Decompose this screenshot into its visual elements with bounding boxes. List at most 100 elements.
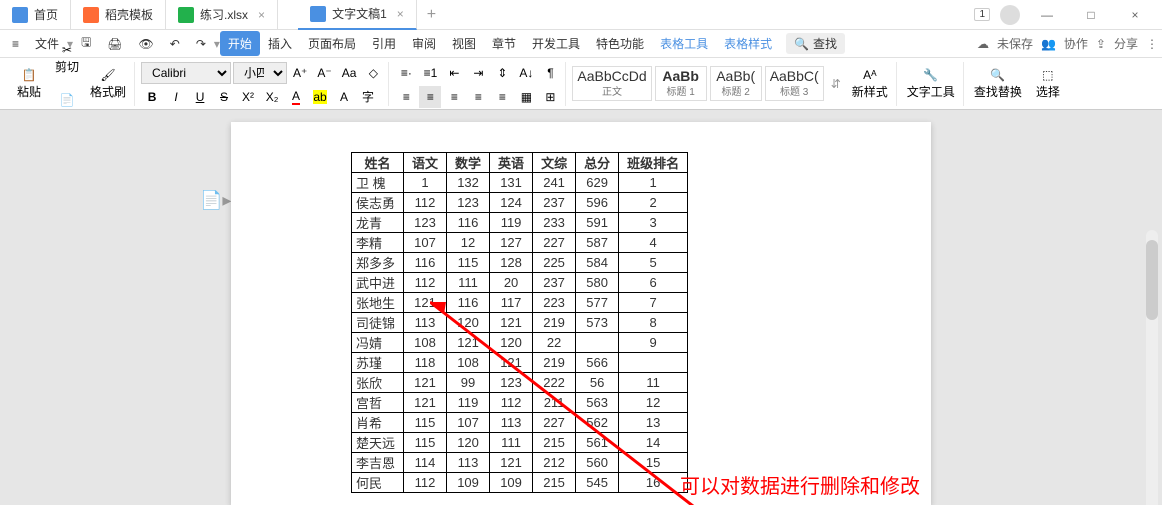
numbering-button[interactable]: ≡1 — [419, 62, 441, 84]
table-cell[interactable]: 李精 — [352, 233, 404, 253]
italic-button[interactable]: I — [165, 86, 187, 108]
table-cell[interactable]: 116 — [404, 253, 447, 273]
table-cell[interactable]: 5 — [619, 253, 688, 273]
strike-button[interactable]: S — [213, 86, 235, 108]
table-cell[interactable]: 566 — [576, 353, 619, 373]
toolbar-undo-icon[interactable]: ↶ — [162, 33, 188, 55]
table-cell[interactable]: 120 — [447, 433, 490, 453]
table-cell[interactable]: 56 — [576, 373, 619, 393]
table-cell[interactable]: 584 — [576, 253, 619, 273]
formatpainter-button[interactable]: 🖌 格式刷 — [86, 62, 130, 106]
table-cell[interactable]: 119 — [490, 213, 533, 233]
table-cell[interactable]: 冯婧 — [352, 333, 404, 353]
table-cell[interactable]: 14 — [619, 433, 688, 453]
toolbar-print-icon[interactable]: 🖨 — [99, 33, 130, 55]
table-cell[interactable]: 120 — [490, 333, 533, 353]
app-menu-icon[interactable]: ≡ — [4, 33, 27, 55]
table-cell[interactable]: 227 — [533, 233, 576, 253]
font-color-button[interactable]: A — [285, 86, 307, 108]
table-cell[interactable]: 215 — [533, 473, 576, 493]
table-cell[interactable]: 587 — [576, 233, 619, 253]
style-heading2[interactable]: AaBb( 标题 2 — [710, 66, 762, 101]
search-input[interactable]: 🔍 查找 — [786, 33, 845, 54]
style-heading1[interactable]: AaBb 标题 1 — [655, 66, 707, 101]
style-heading3[interactable]: AaBbC( 标题 3 — [765, 66, 824, 101]
table-cell[interactable]: 237 — [533, 193, 576, 213]
table-cell[interactable]: 12 — [447, 233, 490, 253]
tab-xlsx[interactable]: 练习.xlsx × — [166, 0, 278, 30]
table-header[interactable]: 总分 — [576, 153, 619, 173]
indent-button[interactable]: ⇥ — [467, 62, 489, 84]
menu-section[interactable]: 章节 — [484, 31, 524, 56]
table-row[interactable]: 宫哲12111911221156312 — [352, 393, 688, 413]
table-cell[interactable]: 225 — [533, 253, 576, 273]
table-cell[interactable]: 司徒锦 — [352, 313, 404, 333]
table-cell[interactable]: 121 — [447, 333, 490, 353]
table-cell[interactable]: 121 — [490, 313, 533, 333]
menu-start[interactable]: 开始 — [220, 31, 260, 56]
menu-special[interactable]: 特色功能 — [588, 31, 652, 56]
table-cell[interactable] — [576, 333, 619, 353]
unsaved-label[interactable]: 未保存 — [997, 35, 1033, 52]
table-cell[interactable]: 121 — [404, 373, 447, 393]
table-cell[interactable]: 苏瑾 — [352, 353, 404, 373]
table-cell[interactable]: 4 — [619, 233, 688, 253]
table-cell[interactable]: 233 — [533, 213, 576, 233]
highlight-button[interactable]: ab — [309, 86, 331, 108]
table-cell[interactable]: 108 — [447, 353, 490, 373]
charfx-button[interactable]: A — [333, 86, 355, 108]
align-left-button[interactable]: ≡ — [395, 86, 417, 108]
table-cell[interactable]: 111 — [447, 273, 490, 293]
table-cell[interactable]: 109 — [447, 473, 490, 493]
table-cell[interactable]: 219 — [533, 353, 576, 373]
share-icon[interactable]: ⇪ — [1096, 37, 1106, 51]
table-cell[interactable]: 131 — [490, 173, 533, 193]
menu-insert[interactable]: 插入 — [260, 31, 300, 56]
more-icon[interactable]: ⋮ — [1146, 37, 1158, 51]
align-right-button[interactable]: ≡ — [443, 86, 465, 108]
table-cell[interactable]: 561 — [576, 433, 619, 453]
borders-button[interactable]: ⊞ — [539, 86, 561, 108]
table-header[interactable]: 英语 — [490, 153, 533, 173]
outdent-button[interactable]: ⇤ — [443, 62, 465, 84]
newstyle-button[interactable]: Aᴬ 新样式 — [848, 62, 892, 106]
table-cell[interactable]: 肖希 — [352, 413, 404, 433]
clear-format-icon[interactable]: ◇ — [362, 62, 384, 84]
table-row[interactable]: 李精107121272275874 — [352, 233, 688, 253]
table-cell[interactable]: 577 — [576, 293, 619, 313]
close-icon[interactable]: × — [397, 7, 404, 21]
table-cell[interactable]: 8 — [619, 313, 688, 333]
table-cell[interactable]: 119 — [447, 393, 490, 413]
tab-home[interactable]: 首页 — [0, 0, 71, 30]
sort-button[interactable]: A↓ — [515, 62, 537, 84]
table-row[interactable]: 卫 槐11321312416291 — [352, 173, 688, 193]
select-button[interactable]: ⬚ 选择 — [1029, 62, 1067, 106]
table-cell[interactable]: 596 — [576, 193, 619, 213]
page-margin-icon[interactable]: 📄▸ — [200, 190, 231, 211]
table-row[interactable]: 侯志勇1121231242375962 — [352, 193, 688, 213]
maximize-icon[interactable]: □ — [1074, 8, 1108, 22]
table-cell[interactable]: 宫哲 — [352, 393, 404, 413]
table-cell[interactable]: 123 — [447, 193, 490, 213]
table-row[interactable]: 楚天远11512011121556114 — [352, 433, 688, 453]
table-cell[interactable]: 132 — [447, 173, 490, 193]
table-cell[interactable]: 龙青 — [352, 213, 404, 233]
phonetic-button[interactable]: 字 — [357, 86, 379, 108]
table-cell[interactable]: 580 — [576, 273, 619, 293]
table-row[interactable]: 司徒锦1131201212195738 — [352, 313, 688, 333]
table-cell[interactable]: 2 — [619, 193, 688, 213]
distribute-button[interactable]: ≡ — [491, 86, 513, 108]
table-cell[interactable]: 112 — [404, 473, 447, 493]
table-cell[interactable]: 222 — [533, 373, 576, 393]
table-row[interactable]: 苏瑾118108121219566 — [352, 353, 688, 373]
table-cell[interactable]: 13 — [619, 413, 688, 433]
menu-tablestyle[interactable]: 表格样式 — [716, 31, 780, 56]
table-cell[interactable]: 115 — [404, 413, 447, 433]
coop-icon[interactable]: 👥 — [1041, 37, 1056, 51]
table-cell[interactable]: 李吉恩 — [352, 453, 404, 473]
table-cell[interactable]: 111 — [490, 433, 533, 453]
paste-button[interactable]: 📋 粘贴 — [10, 62, 48, 106]
table-cell[interactable]: 113 — [404, 313, 447, 333]
findreplace-button[interactable]: 🔍 查找替换 — [970, 62, 1026, 106]
linespacing-button[interactable]: ⇕ — [491, 62, 513, 84]
